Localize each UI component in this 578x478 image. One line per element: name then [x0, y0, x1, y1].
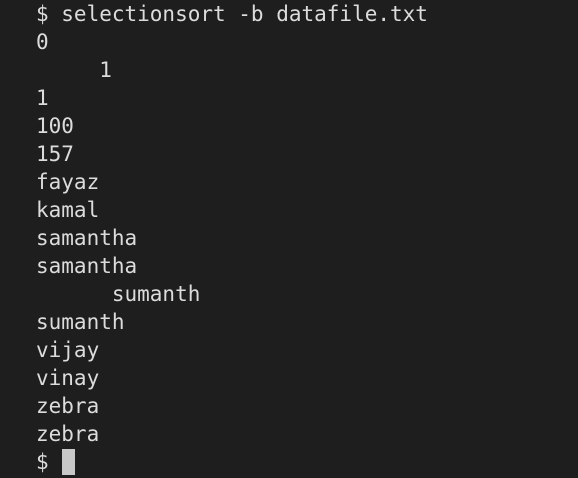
- output-line: kamal: [36, 198, 100, 222]
- output-line: 0: [36, 30, 49, 54]
- output-line: samantha: [36, 226, 138, 250]
- output-line: 157: [36, 142, 74, 166]
- output-line: 100: [36, 114, 74, 138]
- command-line: $ selectionsort -b datafile.txt: [36, 2, 428, 26]
- output-line: zebra: [36, 394, 100, 418]
- output-line: 1: [36, 58, 112, 82]
- output-line: sumanth: [36, 282, 201, 306]
- output-line: vinay: [36, 366, 100, 390]
- terminal-window[interactable]: $ selectionsort -b datafile.txt 0 1 1 10…: [0, 0, 578, 478]
- text-cursor[interactable]: [61, 449, 75, 475]
- output-line: samantha: [36, 254, 138, 278]
- output-line: 1: [36, 86, 49, 110]
- output-line: vijay: [36, 338, 100, 362]
- prompt-symbol: $: [36, 450, 49, 474]
- output-line: fayaz: [36, 170, 100, 194]
- output-line: zebra: [36, 422, 100, 446]
- input-prompt-line[interactable]: $: [36, 448, 578, 476]
- output-line: sumanth: [36, 310, 125, 334]
